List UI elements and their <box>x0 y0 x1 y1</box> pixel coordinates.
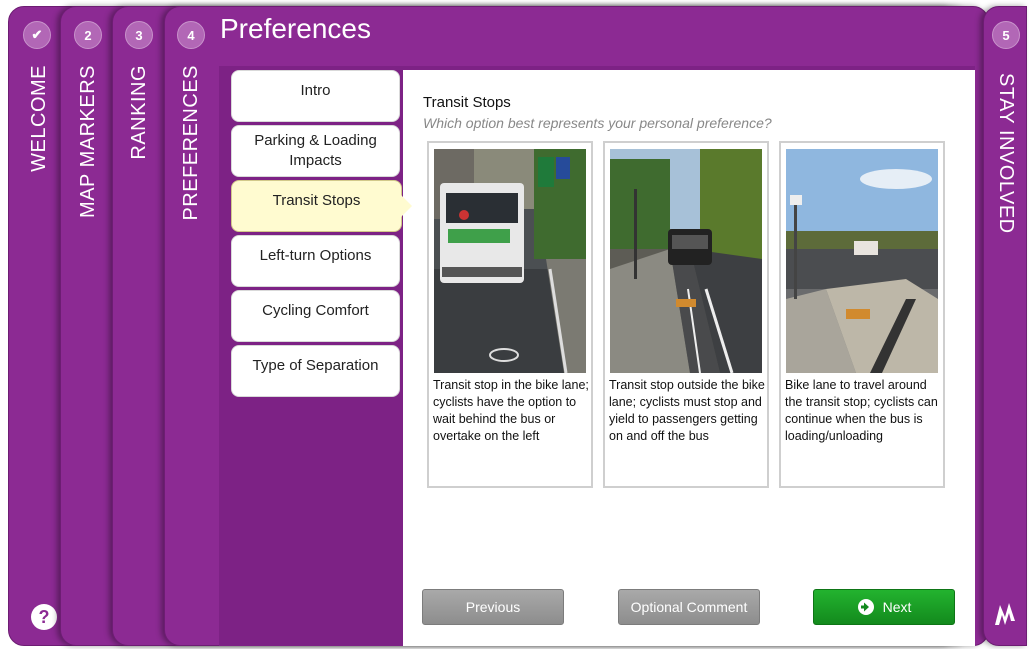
logo-icon <box>995 603 1015 625</box>
option-photo-2 <box>610 149 762 373</box>
option-caption-3: Bike lane to travel around the transit s… <box>785 378 938 443</box>
nav-item-left-turn[interactable]: Left-turn Options <box>231 235 400 287</box>
nav-item-transit-stops[interactable]: Transit Stops <box>231 180 412 232</box>
option-card-3[interactable]: Bike lane to travel around the transit s… <box>779 141 945 488</box>
section-subtitle: Which option best represents your person… <box>423 115 772 131</box>
optional-comment-button[interactable]: Optional Comment <box>618 589 760 625</box>
step-label-ranking: RANKING <box>128 65 150 160</box>
step-label-stay-involved: STAY INVOLVED <box>995 73 1017 234</box>
nav-item-parking-loading[interactable]: Parking & Loading Impacts <box>231 125 400 177</box>
nav-item-type-of-separation[interactable]: Type of Separation <box>231 345 400 397</box>
step-badge-3: 3 <box>125 21 153 49</box>
option-card-1[interactable]: Transit stop in the bike lane; cyclists … <box>427 141 593 488</box>
step-badge-2: 2 <box>74 21 102 49</box>
option-card-2[interactable]: Transit stop outside the bike lane; cycl… <box>603 141 769 488</box>
next-arrow-icon <box>857 599 874 615</box>
option-photo-1 <box>434 149 586 373</box>
step-badge-4: 4 <box>177 21 205 49</box>
step-label-map-markers: MAP MARKERS <box>77 65 99 218</box>
next-button[interactable]: Next <box>813 589 955 625</box>
section-title: Transit Stops <box>423 94 511 111</box>
option-caption-2: Transit stop outside the bike lane; cycl… <box>609 378 765 443</box>
option-caption-1: Transit stop in the bike lane; cyclists … <box>433 378 589 443</box>
previous-button[interactable]: Previous <box>422 589 564 625</box>
step-label-welcome: WELCOME <box>28 65 50 172</box>
step-panel-stay-involved[interactable]: 5 STAY INVOLVED <box>983 6 1027 646</box>
nav-item-intro[interactable]: Intro <box>231 70 400 122</box>
next-button-label: Next <box>882 599 912 615</box>
help-icon[interactable]: ? <box>31 604 57 630</box>
option-photo-3 <box>786 149 938 373</box>
check-icon: ✔ <box>23 21 51 49</box>
nav-item-cycling-comfort[interactable]: Cycling Comfort <box>231 290 400 342</box>
step-label-preferences: PREFERENCES <box>180 65 202 221</box>
step-badge-5: 5 <box>992 21 1020 49</box>
page-title: Preferences <box>220 13 371 44</box>
